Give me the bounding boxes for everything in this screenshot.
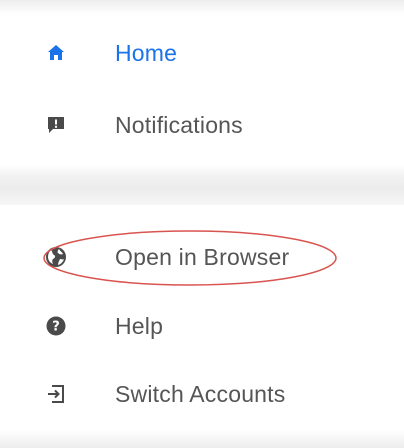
menu-item-label: Switch Accounts [115,380,286,407]
menu-item-open-in-browser[interactable]: Open in Browser [0,232,404,282]
menu-item-help[interactable]: ? Help [0,301,404,351]
menu-item-label: Open in Browser [115,243,290,270]
home-icon [44,41,68,65]
switch-accounts-icon [44,382,68,406]
menu-item-label: Home [115,39,178,66]
bottom-edge [0,430,404,448]
menu-item-home[interactable]: Home [0,28,404,78]
help-icon: ? [44,314,68,338]
section-divider [0,165,404,205]
top-edge [0,0,404,14]
menu-item-notifications[interactable]: Notifications [0,100,404,150]
svg-text:?: ? [52,320,60,335]
menu-item-label: Help [115,312,164,339]
menu-item-switch-accounts[interactable]: Switch Accounts [0,369,404,419]
navigation-menu: Home Notifications Open in Browser ? Hel… [0,0,404,448]
notifications-icon [44,113,68,137]
menu-item-label: Notifications [115,111,243,138]
globe-icon [44,245,68,269]
